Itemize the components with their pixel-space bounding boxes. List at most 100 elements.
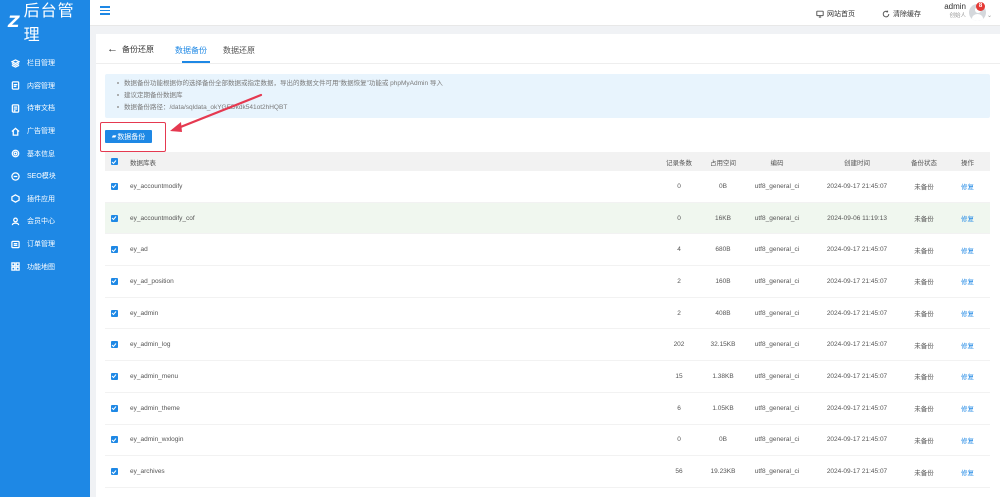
header-created: 创建时间 — [844, 159, 870, 167]
annotation-arrow-icon — [170, 93, 263, 132]
sidebar-item-label: 功能地图 — [27, 263, 55, 271]
table-row: ey_accountmodify_cof 0 16KB utf8_general_ci… — [105, 202, 990, 235]
repair-link[interactable]: 修复 — [961, 248, 974, 255]
settings-icon — [10, 149, 20, 159]
document-icon — [10, 81, 20, 91]
logo-mark-icon: Z — [8, 11, 21, 31]
repair-link[interactable]: 修复 — [961, 311, 974, 318]
backup-button[interactable]: ▰ 数据备份 — [105, 130, 152, 143]
header-records: 记录条数 — [666, 159, 692, 167]
refresh-icon — [882, 10, 890, 18]
sidebar-item-content[interactable]: 内容管理 — [0, 75, 90, 98]
user-info[interactable]: admin 创始人 — [940, 2, 966, 20]
repair-link[interactable]: 修复 — [961, 184, 974, 191]
order-icon — [10, 239, 20, 249]
cell-encoding: utf8_general_ci — [754, 309, 800, 317]
cell-records: 2 — [677, 277, 681, 285]
sidebar-item-orders[interactable]: 订单管理 — [0, 233, 90, 256]
cell-created: 2024-09-17 21:45:07 — [826, 246, 888, 254]
tab-data-restore[interactable]: 数据还原 — [223, 45, 255, 56]
sidebar-item-pending-docs[interactable]: 待审文档 — [0, 97, 90, 120]
cell-created: 2024-09-17 21:45:07 — [826, 341, 888, 349]
clear-cache-link[interactable]: 清除缓存 — [882, 9, 921, 19]
table-row: ey_accountmodify 0 0B utf8_general_ci 2024-0… — [105, 171, 990, 203]
header-action: 操作 — [961, 159, 974, 167]
monitor-icon — [816, 10, 824, 18]
cell-encoding: utf8_general_ci — [754, 341, 800, 349]
row-checkbox[interactable] — [110, 404, 118, 412]
tabs-bar: ← 备份还原 数据备份 数据还原 — [96, 34, 1000, 64]
repair-link[interactable]: 修复 — [961, 374, 974, 381]
cell-records: 2 — [677, 309, 681, 317]
row-checkbox[interactable] — [110, 372, 118, 380]
cell-size: 0B — [719, 182, 727, 190]
cell-encoding: utf8_general_ci — [754, 468, 800, 476]
cell-size: 1.38KB — [712, 372, 734, 380]
repair-link[interactable]: 修复 — [961, 438, 974, 445]
repair-link[interactable]: 修复 — [961, 279, 974, 286]
sidebar-item-label: 会员中心 — [27, 218, 55, 226]
sidebar-item-function-map[interactable]: 功能地图 — [0, 255, 90, 278]
cell-size: 32.15KB — [710, 341, 736, 349]
home-icon — [10, 126, 20, 136]
sidebar: Z 后台管理 栏目管理 内容管理 待审文档 广告管理 基本信息 SEO模块 插件… — [0, 0, 90, 497]
cell-table-name: ey_admin — [130, 309, 159, 317]
row-checkbox[interactable] — [110, 277, 118, 285]
cell-created: 2024-09-06 11:19:13 — [827, 214, 887, 222]
cell-encoding: utf8_general_ci — [754, 436, 800, 444]
menu-toggle-icon[interactable] — [100, 6, 110, 15]
sidebar-item-members[interactable]: 会员中心 — [0, 210, 90, 233]
sidebar-item-label: 内容管理 — [27, 82, 55, 90]
cell-records: 0 — [677, 182, 681, 190]
back-button[interactable]: ← 备份还原 — [107, 44, 154, 55]
sidebar-item-ads[interactable]: 广告管理 — [0, 120, 90, 143]
tables-list: 数据库表 记录条数 占用空间 编码 创建时间 备份状态 操作 ey_accoun… — [105, 152, 990, 488]
row-checkbox[interactable] — [110, 468, 118, 476]
user-name: admin — [944, 2, 966, 11]
repair-link[interactable]: 修复 — [961, 343, 974, 350]
row-checkbox[interactable] — [110, 214, 118, 222]
cell-size: 16KB — [715, 214, 731, 222]
user-icon — [10, 216, 20, 226]
repair-link[interactable]: 修复 — [961, 406, 974, 413]
repair-link[interactable]: 修复 — [961, 216, 974, 223]
chevron-down-icon[interactable]: ⌄ — [987, 12, 992, 19]
sidebar-item-label: 基本信息 — [27, 150, 55, 158]
logo[interactable]: Z 后台管理 — [0, 0, 90, 44]
row-checkbox[interactable] — [110, 182, 118, 190]
cell-encoding: utf8_general_ci — [754, 372, 800, 380]
logo-text: 后台管理 — [23, 1, 75, 44]
cell-status: 未备份 — [914, 469, 934, 477]
tab-data-backup[interactable]: 数据备份 — [175, 45, 207, 56]
cell-table-name: ey_admin_menu — [130, 372, 179, 380]
clear-cache-label: 清除缓存 — [893, 11, 921, 18]
cell-encoding: utf8_general_ci — [754, 214, 800, 222]
cell-table-name: ey_ad_position — [130, 277, 174, 285]
sidebar-nav: 栏目管理 内容管理 待审文档 广告管理 基本信息 SEO模块 插件应用 会员中心… — [0, 52, 90, 278]
cell-size: 160B — [715, 277, 731, 285]
cell-status: 未备份 — [914, 374, 934, 382]
sidebar-item-plugins[interactable]: 插件应用 — [0, 188, 90, 211]
table-row: ey_archives 56 19.23KB utf8_general_ci 2024-… — [105, 456, 990, 488]
cell-table-name: ey_admin_wxlogin — [130, 436, 184, 444]
site-home-link[interactable]: 网站首页 — [816, 9, 855, 19]
row-checkbox[interactable] — [110, 246, 118, 254]
row-checkbox[interactable] — [110, 341, 118, 349]
cell-status: 未备份 — [914, 406, 934, 414]
cell-status: 未备份 — [914, 437, 934, 445]
sidebar-item-columns[interactable]: 栏目管理 — [0, 52, 90, 75]
cell-size: 0B — [719, 436, 727, 444]
row-checkbox[interactable] — [110, 436, 118, 444]
seo-icon — [10, 171, 20, 181]
layers-icon — [10, 58, 20, 68]
back-label: 备份还原 — [122, 45, 154, 54]
user-role: 创始人 — [949, 13, 966, 19]
sidebar-item-seo[interactable]: SEO模块 — [0, 165, 90, 188]
repair-link[interactable]: 修复 — [961, 470, 974, 477]
select-all-checkbox[interactable] — [110, 158, 118, 165]
grid-icon — [10, 262, 20, 272]
sidebar-item-basic-info[interactable]: 基本信息 — [0, 142, 90, 165]
row-checkbox[interactable] — [110, 309, 118, 317]
cell-size: 680B — [715, 246, 731, 254]
cell-status: 未备份 — [914, 279, 934, 287]
